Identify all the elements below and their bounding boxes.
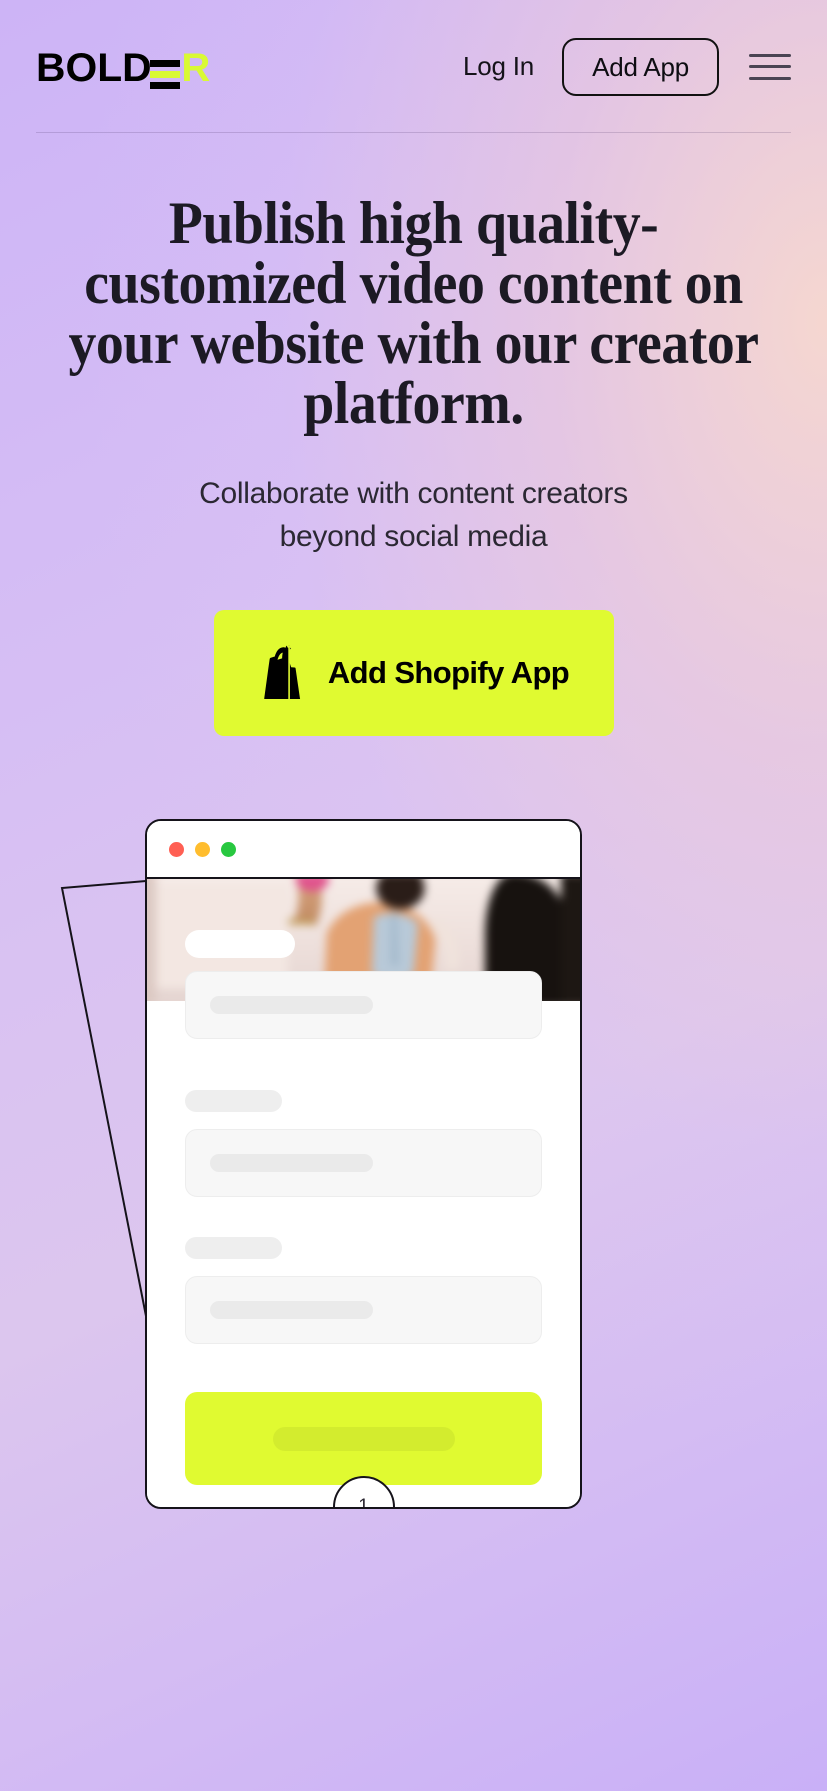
skeleton-input-placeholder <box>210 1301 373 1320</box>
minimize-dot-icon[interactable] <box>195 841 210 857</box>
logo-e-glyph-icon <box>150 59 181 89</box>
hero-subheading-line-2: beyond social media <box>279 519 548 553</box>
video-overlay-pill <box>185 930 295 959</box>
skeleton-label-3 <box>185 1237 282 1260</box>
logo-text-r: R <box>181 45 210 90</box>
page-title: Publish high quality-customized video co… <box>68 190 759 436</box>
hero-section: Publish high quality-customized video co… <box>0 133 827 737</box>
skeleton-submit-label <box>272 1426 455 1451</box>
skeleton-input-3[interactable] <box>185 1276 542 1345</box>
skeleton-input-placeholder <box>210 1154 373 1173</box>
site-header: BOLD R Log In Add App <box>0 0 827 133</box>
brand-logo[interactable]: BOLD R <box>36 45 210 90</box>
hero-subheading-line-1: Collaborate with content creators <box>199 477 628 510</box>
hero-subheading: Collaborate with content creators beyond… <box>30 473 797 558</box>
skeleton-field-3-box <box>185 1276 542 1345</box>
header-nav: Log In Add App <box>455 37 791 96</box>
cta-container: Add Shopify App <box>30 610 797 737</box>
skeleton-field-1 <box>185 971 542 1040</box>
add-shopify-app-label: Add Shopify App <box>327 655 570 691</box>
shopify-bag-icon <box>258 644 306 705</box>
browser-content <box>147 879 580 1508</box>
login-link[interactable]: Log In <box>455 45 542 88</box>
add-shopify-app-button[interactable]: Add Shopify App <box>213 610 614 737</box>
maximize-dot-icon[interactable] <box>221 841 236 857</box>
browser-title-bar <box>147 821 580 880</box>
logo-text-bold: BOLD <box>36 45 152 90</box>
skeleton-field-2 <box>185 1090 542 1113</box>
mockup-submit-button[interactable] <box>185 1392 542 1486</box>
hamburger-menu-icon[interactable] <box>749 50 791 84</box>
product-mockup-section: 1 <box>0 816 827 1536</box>
close-dot-icon[interactable] <box>169 841 184 857</box>
skeleton-input-placeholder <box>210 996 373 1015</box>
skeleton-field-2-box <box>185 1129 542 1198</box>
skeleton-label-2 <box>185 1090 282 1113</box>
skeleton-field-3 <box>185 1237 542 1260</box>
skeleton-input-1[interactable] <box>185 971 542 1040</box>
skeleton-input-2[interactable] <box>185 1129 542 1198</box>
add-app-button[interactable]: Add App <box>562 37 719 96</box>
browser-window-mockup: 1 <box>145 819 582 1510</box>
